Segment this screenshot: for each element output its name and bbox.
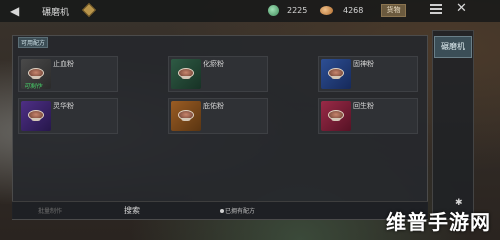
item-name: 固神粉 (353, 60, 374, 68)
recipe-card-huisheng[interactable]: 回生粉 (318, 98, 418, 134)
recipe-card-linghua[interactable]: 灵华粉 (18, 98, 118, 134)
item-name: 回生粉 (353, 102, 374, 110)
coin-currency-icon (320, 6, 333, 15)
owned-filter-dot-icon[interactable] (220, 209, 224, 213)
item-thumbnail: 可制作 (21, 59, 51, 90)
bottom-bar: 批量制作 搜索 已拥有配方 (12, 201, 428, 219)
watermark-text: 维普手游网 (386, 210, 491, 234)
search-button[interactable]: 搜索 (124, 205, 140, 216)
item-name: 止血粉 (53, 60, 74, 68)
jade-currency-value: 2225 (287, 6, 308, 15)
item-name: 化瘀粉 (203, 60, 224, 68)
top-bar: ◀ 碾磨机 2225 4268 货物 ✕ (0, 0, 500, 22)
coin-currency-value: 4268 (343, 6, 364, 15)
recipe-card-huayu[interactable]: 化瘀粉 (168, 56, 268, 92)
item-name: 灵华粉 (53, 102, 74, 110)
jade-currency-icon (268, 5, 279, 16)
tab-available-recipes[interactable]: 可用配方 (18, 37, 48, 48)
item-thumbnail (171, 59, 201, 89)
window-title: 碾磨机 (42, 8, 70, 18)
batch-make-button[interactable]: 批量制作 (38, 206, 62, 215)
recipe-card-biyou[interactable]: 庇佑粉 (168, 98, 268, 134)
diamond-icon (81, 2, 97, 18)
item-thumbnail (21, 101, 51, 131)
side-tab-column (432, 30, 474, 220)
menu-icon[interactable] (430, 4, 442, 16)
owned-recipes-filter[interactable]: 已拥有配方 (225, 206, 255, 215)
recipe-card-gushen[interactable]: 固神粉 (318, 56, 418, 92)
close-icon[interactable]: ✕ (456, 2, 468, 16)
back-arrow-icon[interactable]: ◀ (10, 4, 24, 18)
can-make-badge: 可制作 (24, 83, 43, 90)
side-tab-grinder[interactable]: 碾磨机 (434, 36, 472, 58)
item-thumbnail (321, 59, 351, 89)
item-thumbnail (171, 101, 201, 131)
item-name: 庇佑粉 (203, 102, 224, 110)
recipe-card-zhixue[interactable]: 可制作 止血粉 (18, 56, 118, 92)
item-thumbnail (321, 101, 351, 131)
trade-button[interactable]: 货物 (381, 4, 406, 17)
